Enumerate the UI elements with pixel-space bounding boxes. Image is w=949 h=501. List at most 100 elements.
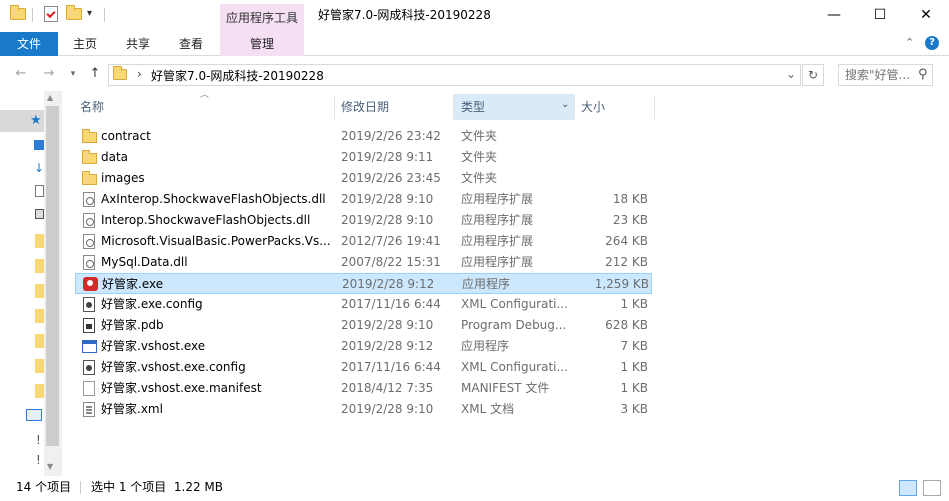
file-name: 好管家.vshost.exe.manifest	[101, 381, 262, 395]
folder-icon[interactable]	[35, 309, 44, 323]
file-type: 应用程序扩展	[461, 234, 534, 248]
file-name: contract	[101, 129, 151, 143]
folder-icon	[82, 129, 97, 143]
dll-file-icon	[83, 255, 95, 270]
refresh-button[interactable]: ↻	[802, 64, 824, 86]
details-view-button[interactable]	[899, 480, 917, 496]
file-size: 1,259 KB	[594, 277, 649, 291]
column-separator[interactable]	[574, 95, 575, 119]
folder-icon	[113, 66, 127, 80]
config-file-icon	[83, 297, 95, 312]
file-type: XML Configurati...	[461, 297, 568, 311]
drive-icon[interactable]: !	[36, 433, 41, 447]
file-date: 2019/2/28 9:10	[341, 192, 434, 206]
file-row[interactable]: contract 2019/2/26 23:42 文件夹	[75, 126, 652, 147]
quick-access-pin-icon[interactable]: ★	[30, 113, 42, 128]
properties-icon[interactable]	[44, 6, 58, 22]
file-name: 好管家.vshost.exe	[101, 339, 206, 353]
config-file-icon	[83, 360, 95, 375]
folder-icon	[82, 150, 97, 164]
address-bar[interactable]: › 好管家7.0-网成科技-20190228 ⌄	[108, 64, 801, 86]
file-row[interactable]: 好管家.exe.config 2017/11/16 6:44 XML Configu…	[75, 294, 652, 315]
file-type: XML 文档	[461, 402, 515, 416]
file-name: AxInterop.ShockwaveFlashObjects.dll	[101, 192, 326, 206]
downloads-icon[interactable]: ↓	[34, 161, 44, 175]
maximize-button[interactable]: ☐	[857, 0, 903, 30]
file-row[interactable]: 好管家.vshost.exe 2019/2/28 9:12 应用程序 7 KB	[75, 336, 652, 357]
minimize-button[interactable]: —	[811, 0, 857, 30]
quick-access-dropdown-icon[interactable]: ▾	[87, 8, 92, 19]
folder-icon[interactable]	[35, 234, 44, 248]
large-icons-view-button[interactable]	[923, 480, 941, 496]
folder-icon[interactable]	[35, 359, 44, 373]
collapse-ribbon-icon[interactable]: ⌃	[905, 36, 914, 49]
back-arrow-icon[interactable]: ←	[12, 65, 30, 83]
file-row[interactable]: 好管家.pdb 2019/2/28 9:10 Program Debug... 628…	[75, 315, 652, 336]
new-folder-icon[interactable]	[66, 5, 82, 22]
title-bar: ▾ 应用程序工具 好管家7.0-网成科技-20190228 — ☐ ✕	[0, 0, 949, 32]
up-arrow-icon[interactable]: ↑	[86, 65, 104, 83]
desktop-icon[interactable]	[34, 140, 44, 150]
file-row[interactable]: 好管家.xml 2019/2/28 9:10 XML 文档 3 KB	[75, 399, 652, 420]
column-header-date[interactable]: 修改日期	[341, 95, 451, 119]
file-row[interactable]: data 2019/2/28 9:11 文件夹	[75, 147, 652, 168]
file-size: 3 KB	[620, 402, 648, 416]
address-path[interactable]: 好管家7.0-网成科技-20190228	[151, 67, 324, 84]
folder-icon[interactable]	[35, 284, 44, 298]
file-row[interactable]: 好管家.exe 2019/2/28 9:12 应用程序 1,259 KB	[75, 273, 652, 294]
file-date: 2012/7/26 19:41	[341, 234, 441, 248]
file-row[interactable]: AxInterop.ShockwaveFlashObjects.dll 2019/…	[75, 189, 652, 210]
tab-manage[interactable]: 管理	[220, 32, 304, 56]
forward-arrow-icon[interactable]: →	[40, 65, 58, 83]
column-separator[interactable]	[654, 95, 655, 119]
folder-icon	[10, 5, 26, 22]
column-separator[interactable]	[334, 95, 335, 119]
file-date: 2017/11/16 6:44	[341, 360, 441, 374]
file-name: Microsoft.VisualBasic.PowerPacks.Vs....	[101, 234, 331, 248]
scroll-down-icon[interactable]: ▼	[47, 462, 53, 471]
tab-share[interactable]: 共享	[112, 32, 164, 56]
folder-icon[interactable]	[35, 259, 44, 273]
column-header-size[interactable]: 大小	[581, 95, 651, 119]
file-date: 2019/2/26 23:45	[341, 171, 441, 185]
file-date: 2019/2/28 9:12	[341, 339, 434, 353]
documents-icon[interactable]	[35, 185, 44, 197]
file-date: 2017/11/16 6:44	[341, 297, 441, 311]
file-size: 1 KB	[620, 360, 648, 374]
file-name: Interop.ShockwaveFlashObjects.dll	[101, 213, 311, 227]
file-row[interactable]: Microsoft.VisualBasic.PowerPacks.Vs.... 2…	[75, 231, 652, 252]
folder-icon[interactable]	[35, 384, 44, 398]
drive-icon[interactable]: !	[36, 453, 41, 467]
column-header-name[interactable]: 名称	[80, 95, 330, 119]
breadcrumb-separator: ›	[137, 67, 142, 81]
file-row[interactable]: images 2019/2/26 23:45 文件夹	[75, 168, 652, 189]
close-button[interactable]: ✕	[903, 0, 949, 30]
file-date: 2018/4/12 7:35	[341, 381, 434, 395]
file-row[interactable]: 好管家.vshost.exe.manifest 2018/4/12 7:35 MAN…	[75, 378, 652, 399]
tab-file[interactable]: 文件	[0, 32, 58, 56]
address-row: ← → ▾ ↑ › 好管家7.0-网成科技-20190228 ⌄ ↻ ⚲	[0, 57, 949, 91]
file-name: 好管家.pdb	[101, 318, 164, 332]
nav-scrollbar-thumb[interactable]	[46, 106, 59, 446]
scroll-up-icon[interactable]: ▲	[47, 93, 53, 102]
file-row[interactable]: MySql.Data.dll 2007/8/22 15:31 应用程序扩展 212 K…	[75, 252, 652, 273]
pictures-icon[interactable]	[35, 209, 44, 219]
navigation-pane[interactable]: ★ ↓ ! ! ▲ ▼	[0, 91, 62, 476]
folder-icon[interactable]	[35, 334, 44, 348]
file-row[interactable]: 好管家.vshost.exe.config 2017/11/16 6:44 XML …	[75, 357, 652, 378]
address-dropdown-icon[interactable]: ⌄	[786, 67, 796, 81]
file-size: 628 KB	[605, 318, 648, 332]
file-date: 2007/8/22 15:31	[341, 255, 441, 269]
help-icon[interactable]: ?	[925, 36, 939, 50]
dll-file-icon	[83, 234, 95, 249]
tab-home[interactable]: 主页	[58, 32, 112, 56]
file-row[interactable]: Interop.ShockwaveFlashObjects.dll 2019/2/…	[75, 210, 652, 231]
file-type: 文件夹	[461, 171, 498, 185]
this-pc-icon[interactable]	[26, 409, 42, 421]
column-filter-dropdown-icon[interactable]: ⌄	[561, 99, 569, 110]
blank-file-icon	[83, 381, 95, 396]
tab-view[interactable]: 查看	[164, 32, 218, 56]
column-header-type[interactable]: 类型	[461, 95, 561, 119]
column-separator[interactable]	[453, 95, 454, 119]
recent-locations-icon[interactable]: ▾	[64, 65, 82, 83]
